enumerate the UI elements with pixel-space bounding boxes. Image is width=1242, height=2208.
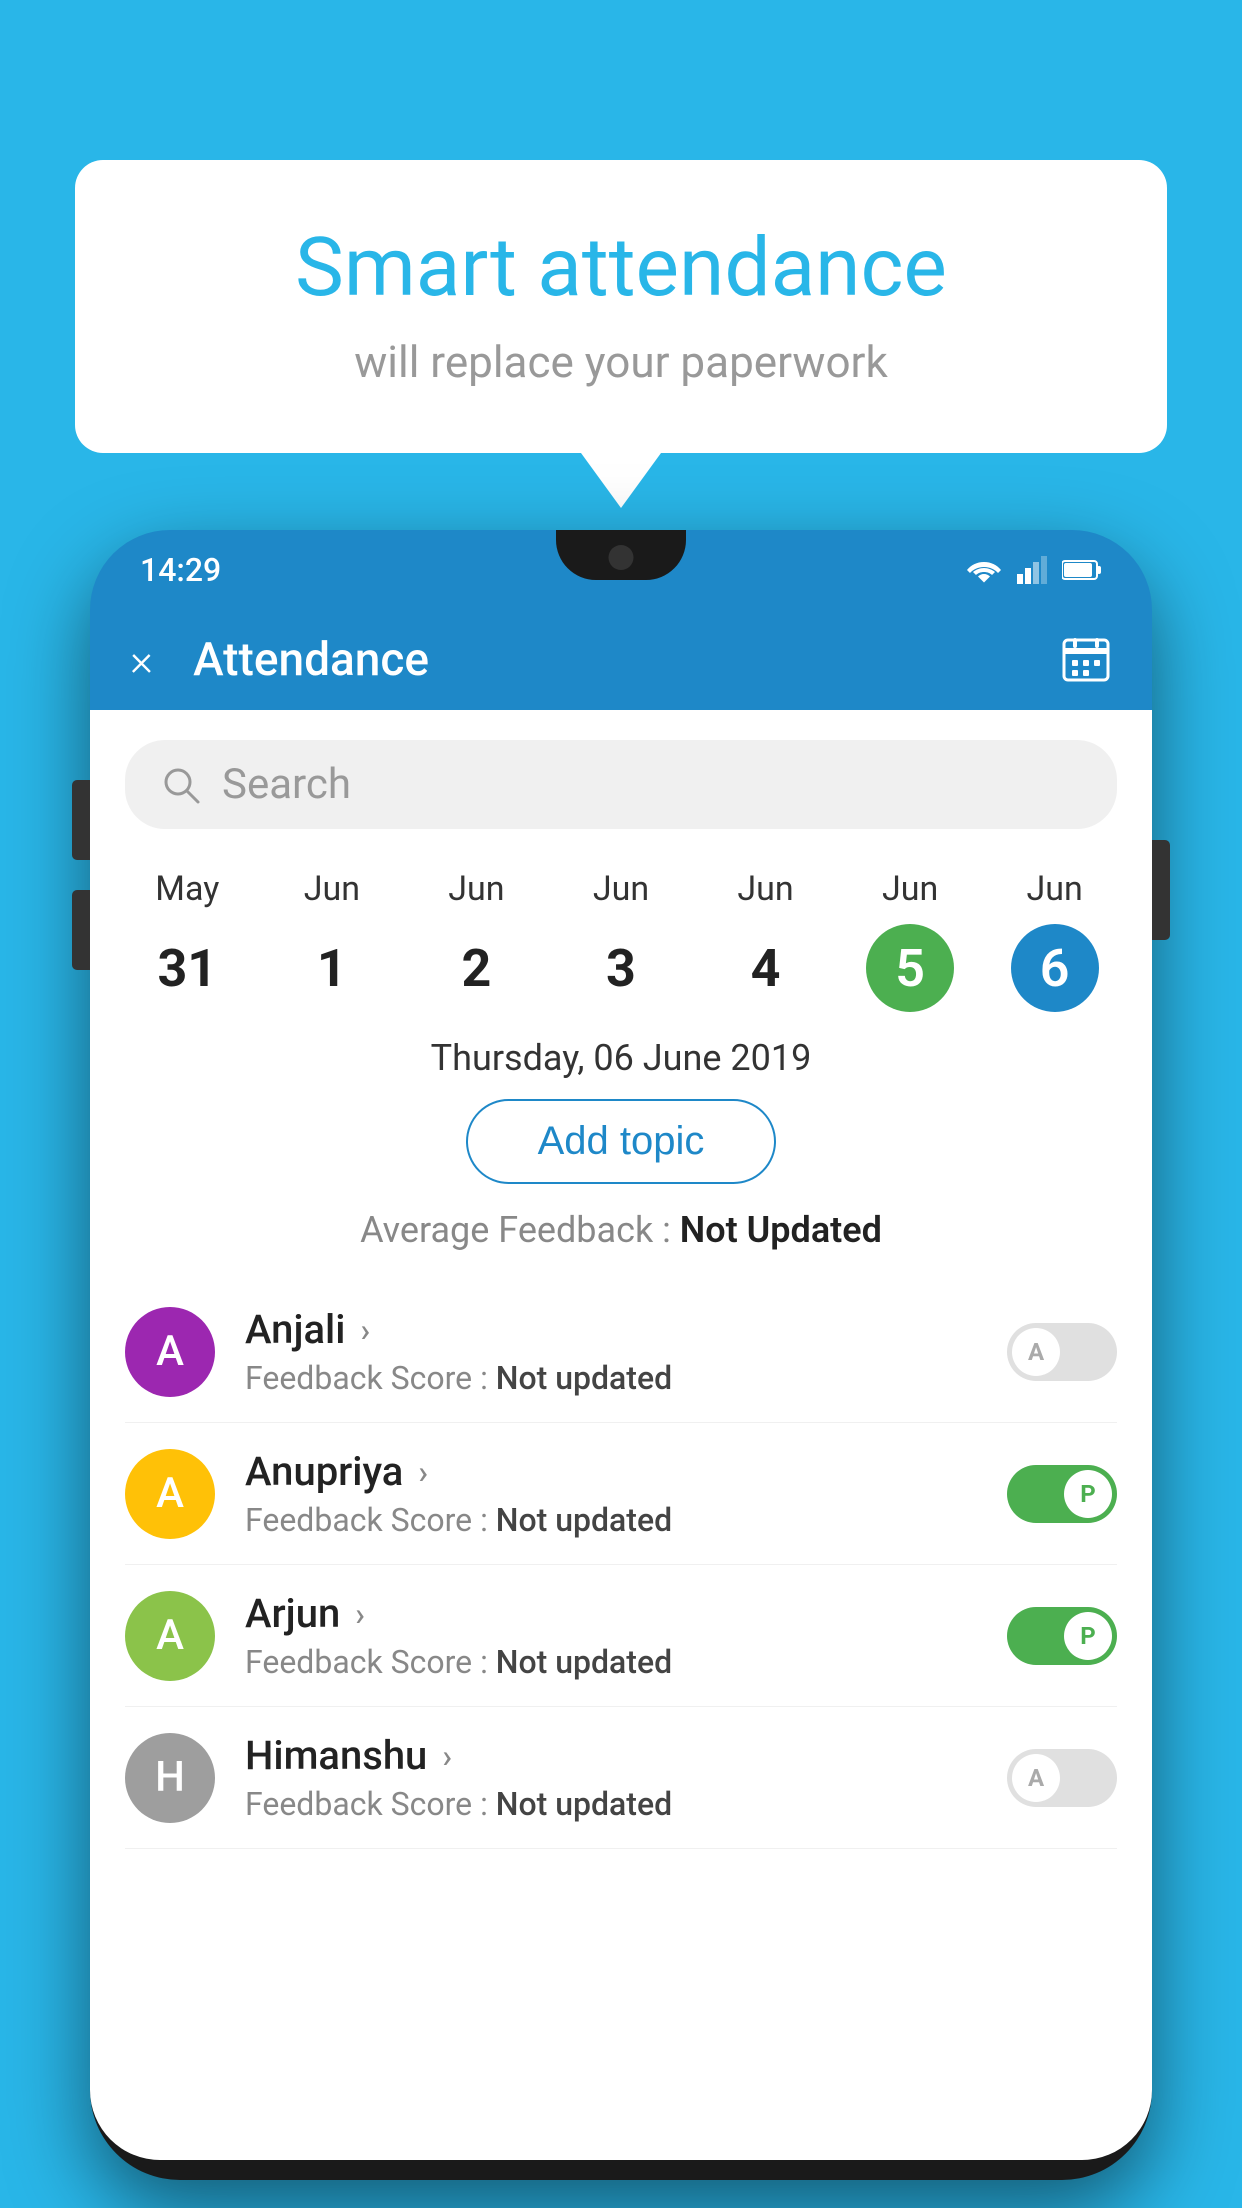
student-info: Himanshu › Feedback Score : Not updated	[245, 1732, 977, 1823]
search-bar[interactable]: Search	[125, 740, 1117, 829]
student-name: Anupriya ›	[245, 1448, 977, 1495]
power-button	[1152, 840, 1170, 940]
calendar-day[interactable]: Jun 3	[577, 869, 665, 1012]
speech-bubble: Smart attendance will replace your paper…	[75, 160, 1167, 453]
volume-button-2	[72, 890, 90, 970]
day-number-label: 1	[288, 924, 376, 1012]
day-number-label: 5	[866, 924, 954, 1012]
day-month-label: May	[155, 869, 219, 909]
student-feedback: Feedback Score : Not updated	[245, 1643, 977, 1681]
student-name: Himanshu ›	[245, 1732, 977, 1779]
attendance-toggle[interactable]: P	[1007, 1465, 1117, 1523]
close-button[interactable]: ×	[130, 634, 153, 686]
student-item[interactable]: A Arjun › Feedback Score : Not updated P	[125, 1565, 1117, 1707]
volume-button	[72, 780, 90, 860]
wifi-icon	[966, 556, 1002, 584]
student-info: Anjali › Feedback Score : Not updated	[245, 1306, 977, 1397]
calendar-icon[interactable]	[1060, 632, 1112, 688]
day-month-label: Jun	[448, 869, 504, 909]
day-number-label: 6	[1011, 924, 1099, 1012]
day-number-label: 31	[143, 924, 231, 1012]
student-item[interactable]: H Himanshu › Feedback Score : Not updated A	[125, 1707, 1117, 1849]
app-header: × Attendance	[90, 610, 1152, 710]
calendar-day[interactable]: Jun 1	[288, 869, 376, 1012]
day-number-label: 4	[722, 924, 810, 1012]
feedback-value: Not updated	[496, 1501, 672, 1539]
student-info: Arjun › Feedback Score : Not updated	[245, 1590, 977, 1681]
student-name: Arjun ›	[245, 1590, 977, 1637]
app-content: Search May 31 Jun 1 Jun 2 Jun 3 Jun 4 Jun 5 Jun 6 Thu…	[90, 710, 1152, 2160]
status-icons	[966, 556, 1102, 584]
student-item[interactable]: A Anjali › Feedback Score : Not updated A	[125, 1281, 1117, 1423]
toggle-knob: A	[1012, 1328, 1060, 1376]
day-number-label: 3	[577, 924, 665, 1012]
battery-icon	[1062, 559, 1102, 581]
day-month-label: Jun	[882, 869, 938, 909]
calendar-strip: May 31 Jun 1 Jun 2 Jun 3 Jun 4 Jun 5 Jun 6	[90, 854, 1152, 1012]
feedback-value: Not updated	[496, 1359, 672, 1397]
phone-container: 14:29	[90, 530, 1152, 2208]
signal-icon	[1017, 556, 1047, 584]
student-feedback: Feedback Score : Not updated	[245, 1359, 977, 1397]
day-month-label: Jun	[593, 869, 649, 909]
day-month-label: Jun	[737, 869, 793, 909]
student-feedback: Feedback Score : Not updated	[245, 1501, 977, 1539]
speech-bubble-container: Smart attendance will replace your paper…	[75, 160, 1167, 508]
student-avatar: A	[125, 1307, 215, 1397]
search-input[interactable]: Search	[222, 760, 351, 809]
speech-bubble-title: Smart attendance	[155, 220, 1087, 316]
add-topic-button[interactable]: Add topic	[466, 1099, 777, 1184]
day-number-label: 2	[432, 924, 520, 1012]
student-list: AAnjali ›Feedback Score : Not updatedAAA…	[90, 1281, 1152, 1849]
avg-feedback-label: Average Feedback :	[360, 1209, 680, 1251]
header-title: Attendance	[193, 633, 429, 687]
selected-date-label: Thursday, 06 June 2019	[90, 1037, 1152, 1079]
student-avatar: A	[125, 1449, 215, 1539]
phone-frame: 14:29	[90, 530, 1152, 2180]
student-avatar: A	[125, 1591, 215, 1681]
student-info: Anupriya › Feedback Score : Not updated	[245, 1448, 977, 1539]
speech-bubble-subtitle: will replace your paperwork	[155, 336, 1087, 388]
chevron-right-icon: ›	[418, 1453, 428, 1491]
status-time: 14:29	[140, 551, 221, 589]
feedback-value: Not updated	[496, 1643, 672, 1681]
chevron-right-icon: ›	[355, 1595, 365, 1633]
toggle-knob: P	[1064, 1470, 1112, 1518]
calendar-day[interactable]: Jun 4	[722, 869, 810, 1012]
student-item[interactable]: A Anupriya › Feedback Score : Not updated P	[125, 1423, 1117, 1565]
avg-feedback-value: Not Updated	[680, 1209, 882, 1251]
speech-bubble-arrow	[581, 453, 661, 508]
attendance-toggle[interactable]: P	[1007, 1607, 1117, 1665]
avg-feedback: Average Feedback : Not Updated	[90, 1209, 1152, 1251]
attendance-toggle[interactable]: A	[1007, 1323, 1117, 1381]
calendar-day[interactable]: May 31	[143, 869, 231, 1012]
feedback-value: Not updated	[496, 1785, 672, 1823]
calendar-day[interactable]: Jun 5	[866, 869, 954, 1012]
calendar-day[interactable]: Jun 2	[432, 869, 520, 1012]
attendance-toggle[interactable]: A	[1007, 1749, 1117, 1807]
search-icon	[160, 764, 202, 806]
front-camera	[609, 545, 634, 570]
phone-notch	[556, 530, 686, 580]
day-month-label: Jun	[1027, 869, 1083, 909]
student-name: Anjali ›	[245, 1306, 977, 1353]
day-month-label: Jun	[304, 869, 360, 909]
chevron-right-icon: ›	[442, 1737, 452, 1775]
calendar-day[interactable]: Jun 6	[1011, 869, 1099, 1012]
toggle-knob: A	[1012, 1754, 1060, 1802]
chevron-right-icon: ›	[360, 1311, 370, 1349]
student-avatar: H	[125, 1733, 215, 1823]
toggle-knob: P	[1064, 1612, 1112, 1660]
student-feedback: Feedback Score : Not updated	[245, 1785, 977, 1823]
